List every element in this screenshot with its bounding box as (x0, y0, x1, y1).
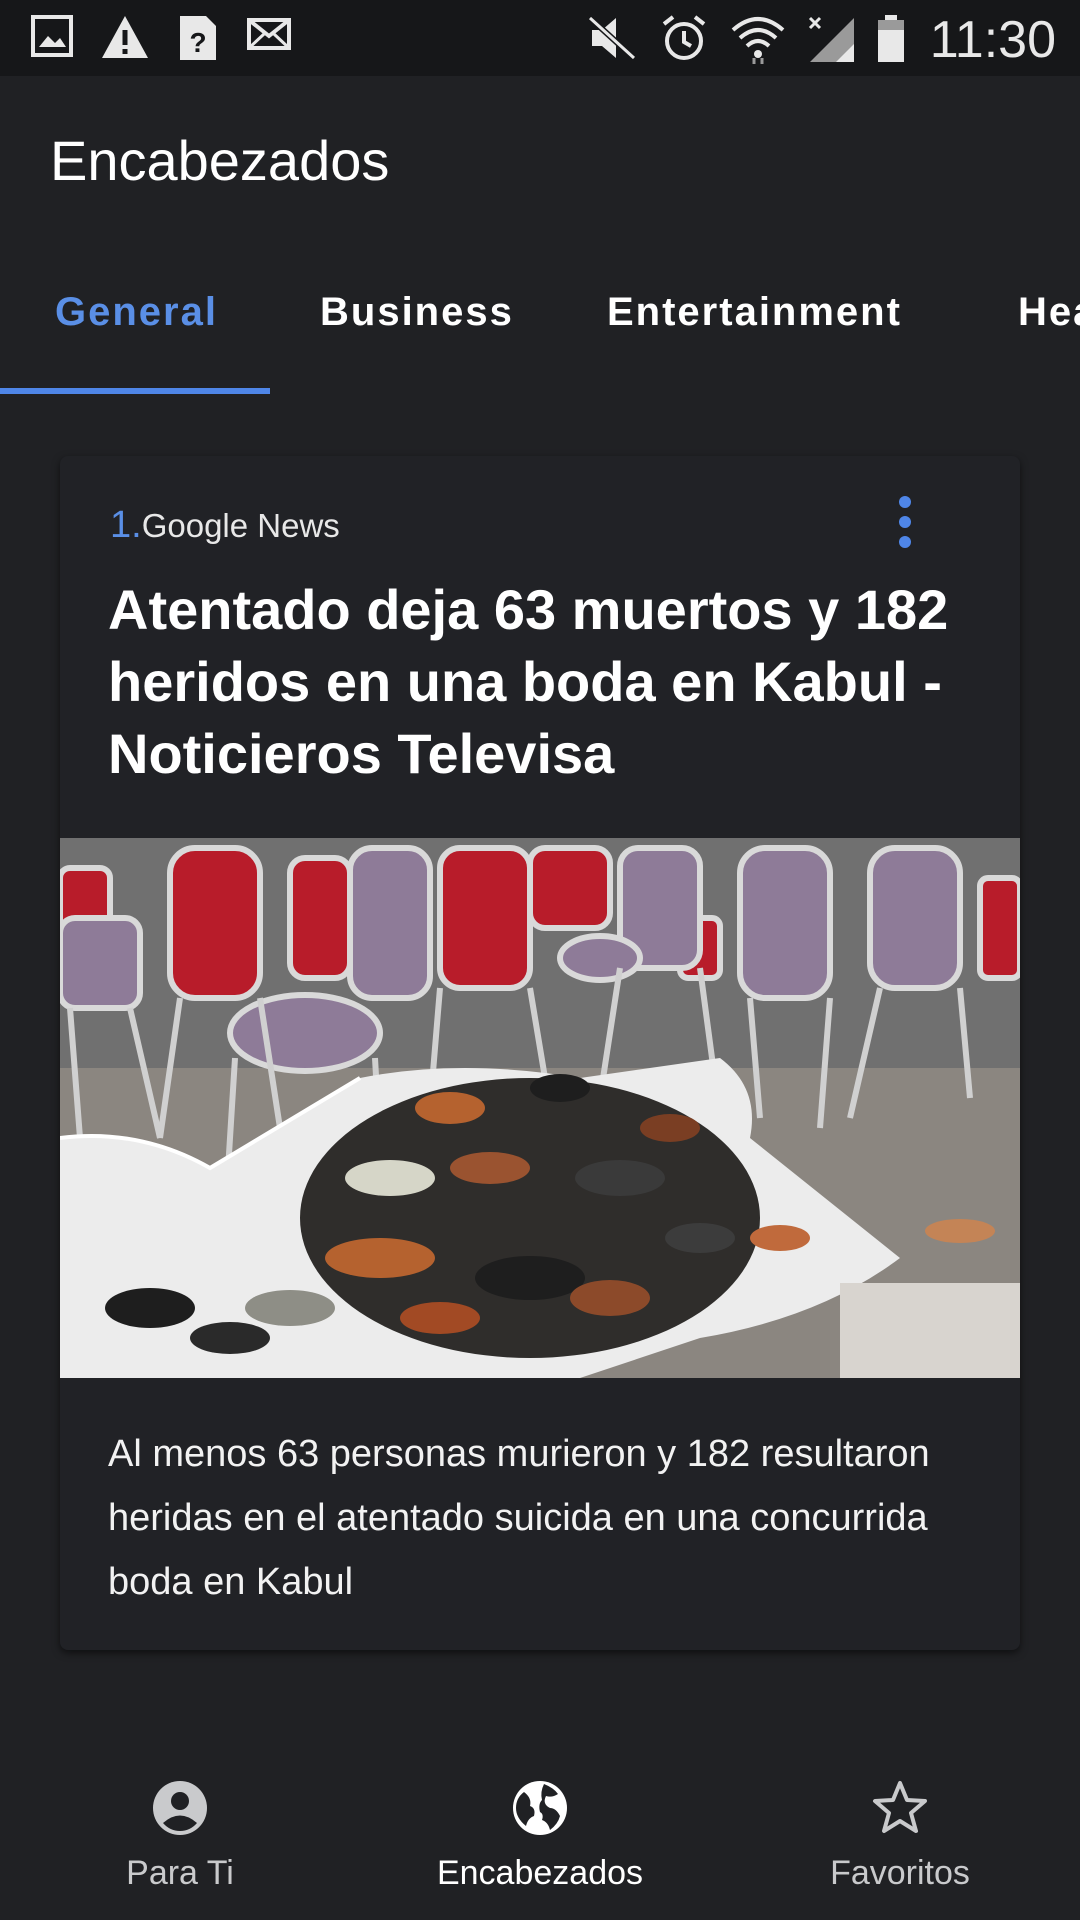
mute-icon (587, 15, 637, 61)
image-notification-icon (31, 15, 73, 57)
mail-icon (247, 18, 291, 50)
nav-favoritos[interactable]: Favoritos (750, 1778, 1050, 1893)
nav-para-ti[interactable]: Para Ti (30, 1778, 330, 1893)
nav-label-para-ti: Para Ti (126, 1854, 234, 1892)
wifi-icon (731, 17, 785, 64)
unknown-file-icon: ? (180, 16, 216, 60)
nav-label-favoritos: Favoritos (830, 1854, 970, 1892)
signal-icon (808, 16, 854, 62)
article-card[interactable]: 1.Google News Atentado deja 63 muertos y… (60, 456, 1020, 1650)
status-bar: ? 11:30 (0, 0, 1080, 76)
page-title: Encabezados (50, 129, 390, 192)
tab-business[interactable]: Business (320, 290, 514, 335)
source-name: Google News (141, 507, 340, 544)
app-bar: Encabezados (0, 76, 1080, 246)
battery-icon (878, 15, 904, 62)
tab-entertainment[interactable]: Entertainment (607, 290, 902, 335)
person-icon (153, 1781, 207, 1835)
article-image[interactable] (60, 838, 1020, 1378)
tab-indicator (0, 388, 270, 394)
bottom-navigation: Para Ti Encabezados Favoritos (0, 1748, 1080, 1920)
star-icon (873, 1781, 927, 1833)
article-source: 1.Google News (110, 504, 340, 547)
alarm-icon (662, 15, 706, 60)
svg-text:?: ? (189, 27, 206, 58)
category-tabs: General Business Entertainment Health (0, 246, 1080, 394)
warning-icon (102, 16, 148, 58)
globe-icon (513, 1781, 567, 1835)
article-rank: 1. (110, 504, 142, 546)
article-title[interactable]: Atentado deja 63 muertos y 182 heridos e… (108, 574, 988, 790)
clock: 11:30 (929, 11, 1056, 69)
article-description: Al menos 63 personas murieron y 182 resu… (108, 1433, 930, 1603)
nav-encabezados[interactable]: Encabezados (390, 1778, 690, 1893)
more-vert-icon[interactable] (890, 492, 920, 552)
tab-health[interactable]: Health (1018, 290, 1080, 335)
tab-general[interactable]: General (55, 290, 218, 335)
nav-label-encabezados: Encabezados (436, 1854, 644, 1892)
